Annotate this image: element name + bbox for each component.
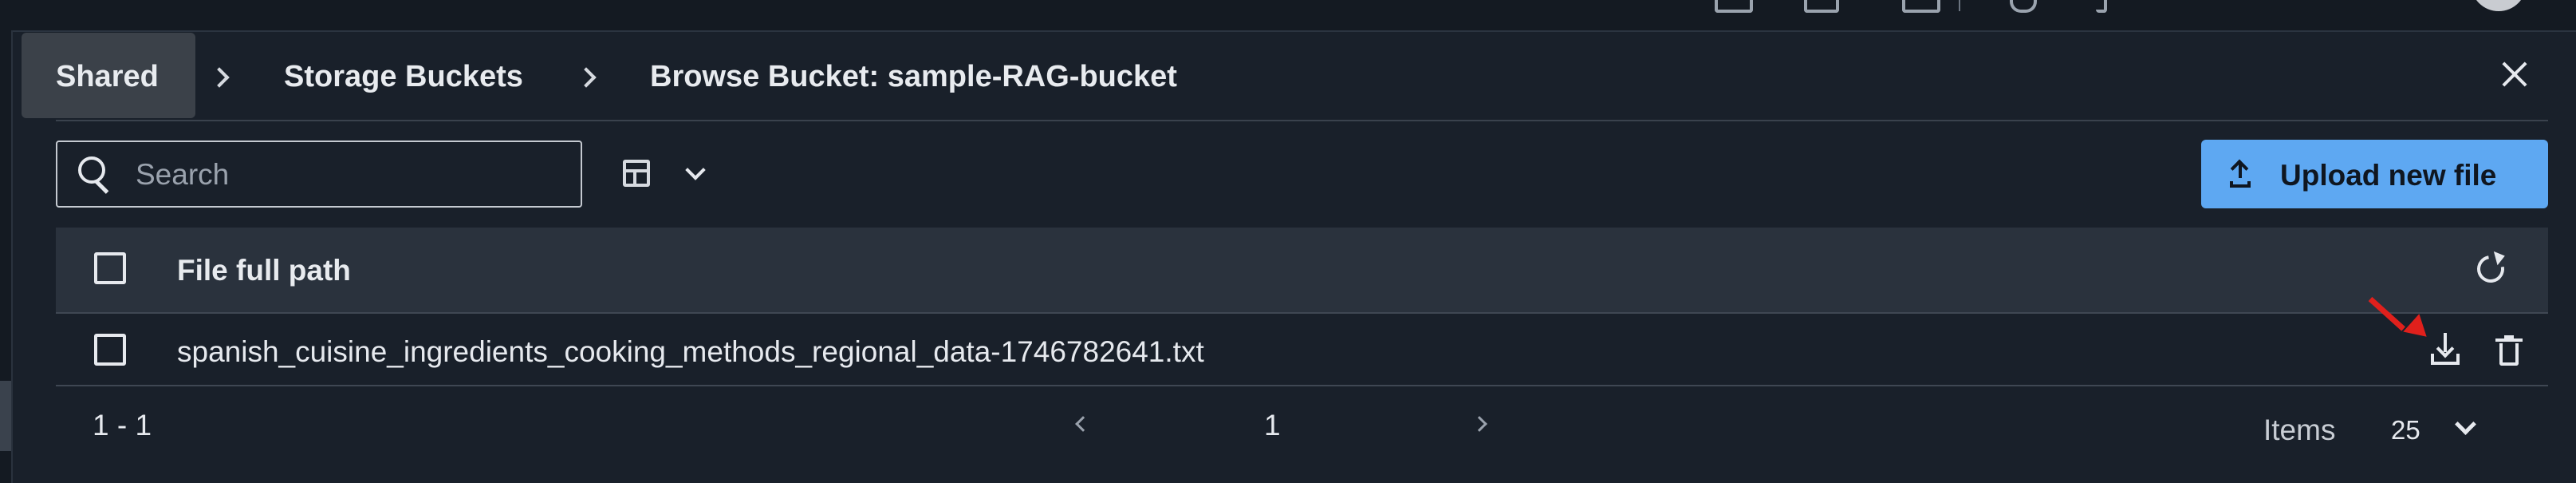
row-checkbox[interactable]: [94, 334, 126, 366]
avatar[interactable]: [2471, 0, 2527, 11]
app-icon[interactable]: [1902, 0, 1940, 13]
upload-icon-head: [2230, 159, 2249, 178]
table-header: [56, 228, 2548, 312]
breadcrumb-label-shared[interactable]: Shared: [56, 61, 159, 92]
close-icon[interactable]: [2500, 60, 2529, 89]
download-icon[interactable]: [2431, 333, 2460, 365]
pagination-range: 1 - 1: [93, 409, 152, 441]
chevron-right-icon: [576, 67, 597, 88]
breadcrumb-item-storage-buckets[interactable]: Storage Buckets: [284, 61, 523, 92]
gutter-indicator: [0, 381, 11, 451]
items-per-page-value[interactable]: 25: [2391, 415, 2420, 445]
divider: [56, 385, 2548, 386]
app-icon[interactable]: [1804, 0, 1839, 13]
divider: [1959, 0, 1960, 11]
top-app-bar: [0, 0, 2576, 32]
upload-new-file-button[interactable]: Upload new file: [2201, 140, 2548, 208]
items-per-page-label: Items: [2263, 414, 2336, 446]
trash-icon[interactable]: [2495, 335, 2523, 366]
annotation-arrow-head: [2403, 314, 2435, 346]
app-icon[interactable]: [1715, 0, 1753, 13]
column-header-file-path[interactable]: File full path: [177, 254, 351, 287]
search-icon: [78, 156, 105, 184]
upload-button-label: Upload new file: [2280, 159, 2497, 192]
divider: [56, 120, 2548, 121]
upload-icon-tray: [2230, 181, 2251, 188]
chevron-right-icon: [209, 67, 230, 88]
table-icon[interactable]: [623, 160, 650, 187]
search-icon-handle: [94, 180, 109, 194]
select-all-checkbox[interactable]: [94, 252, 126, 284]
help-icon[interactable]: [2010, 0, 2037, 13]
divider: [56, 312, 2548, 314]
chevron-down-icon[interactable]: [2455, 414, 2476, 435]
table-cell-file-path: spanish_cuisine_ingredients_cooking_meth…: [177, 335, 1204, 368]
chevron-down-icon[interactable]: [2096, 0, 2107, 13]
breadcrumb-item-current: Browse Bucket: sample-RAG-bucket: [650, 60, 1177, 93]
chevron-down-icon[interactable]: [685, 160, 706, 180]
search-input[interactable]: [134, 153, 568, 196]
chevron-right-icon[interactable]: [1471, 416, 1487, 432]
chevron-left-icon[interactable]: [1075, 416, 1091, 432]
search-box[interactable]: [56, 141, 582, 208]
current-page[interactable]: 1: [1264, 409, 1281, 442]
